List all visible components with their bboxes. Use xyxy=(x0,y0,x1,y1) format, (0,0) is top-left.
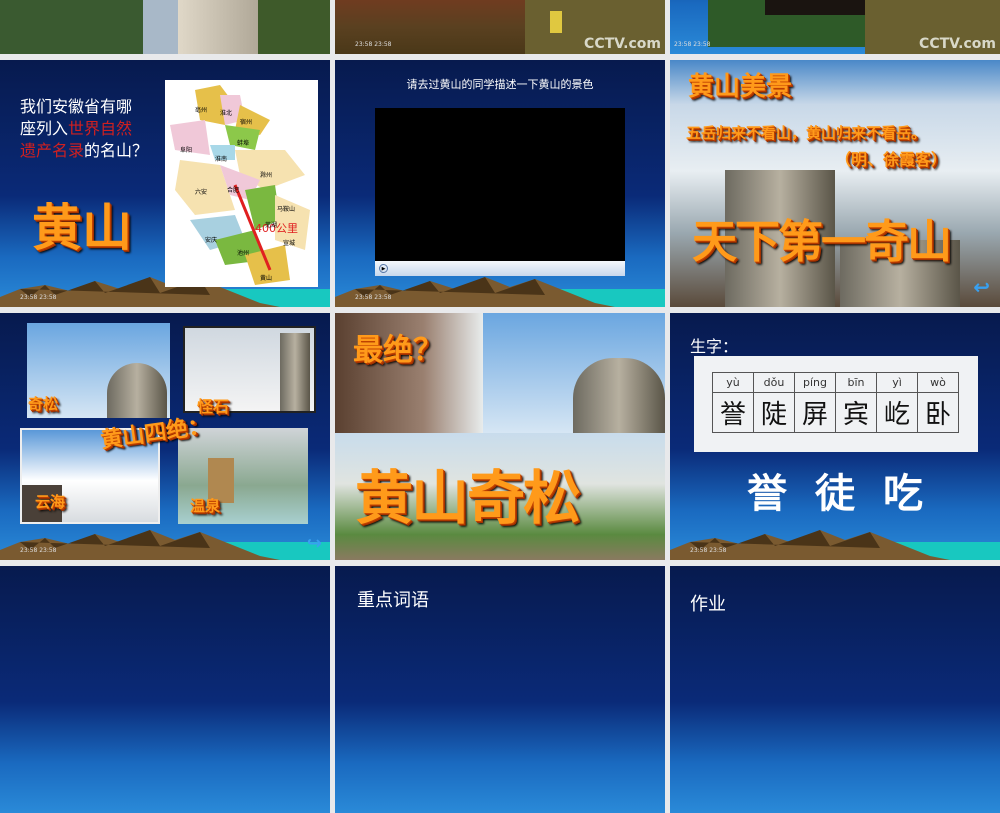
city-luan: 六安 xyxy=(195,189,208,196)
city-wuhu: 芜湖 xyxy=(265,222,278,229)
pinyin-cell: yù xyxy=(712,372,754,393)
city-fuyang: 阜阳 xyxy=(180,147,193,154)
pine-answer: 黄山奇松 xyxy=(355,464,581,532)
slide-thumb-words[interactable]: 重点词语 xyxy=(335,566,665,813)
chars-label: 生字： xyxy=(690,337,739,356)
answer-huangshan: 黄山 xyxy=(32,199,132,257)
slide-thumb-map[interactable]: 我们安徽省有哪 座列入世界自然 遗产名录的名山？ 黄山 400公里 合肥 黄山 安庆… xyxy=(0,60,330,307)
slide-thumb-four-wonders[interactable]: 奇松 怪石 云海 温泉 黄山四绝： ↪ 23:58 23:58 xyxy=(0,313,330,560)
return-arrow-icon[interactable]: ↪ xyxy=(307,533,322,554)
pinyin-cell: bīn xyxy=(835,372,877,393)
city-suzhou: 宿州 xyxy=(240,119,253,126)
slide-thumb-10[interactable] xyxy=(0,566,330,813)
city-chuzhou: 滁州 xyxy=(260,172,273,179)
slide-thumb-1[interactable] xyxy=(0,0,330,54)
scenery-quote: 五岳归来不看山，黄山归来不看岳。 xyxy=(686,124,927,142)
scenery-slogan: 天下第一奇山 xyxy=(692,215,952,268)
city-huaibei: 淮北 xyxy=(220,110,233,117)
pinyin-cell: wò xyxy=(917,372,959,393)
mountain-decoration xyxy=(670,520,1000,560)
slide-thumb-scenery[interactable]: 黄山美景 五岳归来不看山，黄山归来不看岳。 （明、徐霞客） 天下第一奇山 ↩ xyxy=(670,60,1000,307)
city-huainan: 淮南 xyxy=(215,156,228,163)
video-player[interactable]: ▶ xyxy=(375,108,625,276)
cctv-logo: CCTV.com xyxy=(919,36,996,52)
city-anqing: 安庆 xyxy=(205,237,218,244)
char-cell: 宾 xyxy=(835,392,877,433)
slide-thumb-pine[interactable]: 最绝？ 黄山奇松 xyxy=(335,313,665,560)
return-arrow-icon[interactable]: ↩ xyxy=(973,275,990,299)
anhui-map: 400公里 合肥 黄山 安庆 六安 阜阳 滁州 蚌埠 宿州 淮北 亳州 淮南 芜… xyxy=(165,80,318,287)
chars-table: yù dǒu píng bīn yì wò 誉陡屏宾屹卧 xyxy=(712,372,959,433)
pinyin-cell: dǒu xyxy=(753,372,795,393)
chars-card: yù dǒu píng bīn yì wò 誉陡屏宾屹卧 xyxy=(694,356,978,452)
city-maanshan: 马鞍山 xyxy=(277,206,296,213)
char-cell: 屏 xyxy=(794,392,836,433)
focus-chars: 誉 徒 吃 xyxy=(670,461,1000,519)
photo-pine xyxy=(483,313,665,433)
video-slide-title: 请去过黄山的同学描述一下黄山的景色 xyxy=(406,78,594,91)
city-bengbu: 蚌埠 xyxy=(237,140,250,147)
wonder-pine: 奇松 xyxy=(28,395,59,413)
player-controls[interactable]: ▶ xyxy=(375,261,625,276)
wonder-spring: 温泉 xyxy=(190,497,221,515)
pinyin-cell: píng xyxy=(794,372,836,393)
map-question: 我们安徽省有哪 座列入世界自然 遗产名录的名山？ xyxy=(20,97,149,160)
city-huangshan: 黄山 xyxy=(260,275,273,282)
slide-thumb-3[interactable]: CCTV.com 23:58 23:58 xyxy=(670,0,1000,54)
pinyin-cell: yì xyxy=(876,372,918,393)
char-cell: 屹 xyxy=(876,392,918,433)
cctv-logo: CCTV.com xyxy=(584,36,661,52)
slide-thumb-2[interactable]: CCTV.com 23:58 23:58 xyxy=(335,0,665,54)
city-bozhou: 亳州 xyxy=(195,107,208,114)
scenery-author: （明、徐霞客） xyxy=(835,150,948,169)
scenery-title: 黄山美景 xyxy=(688,72,793,102)
city-chizhou: 池州 xyxy=(237,250,250,257)
focus-char: 徒 xyxy=(815,471,855,517)
slide-thumb-video[interactable]: 请去过黄山的同学描述一下黄山的景色 ▶ 23:58 23:58 xyxy=(335,60,665,307)
slide-thumb-homework[interactable]: 作业 xyxy=(670,566,1000,813)
char-cell: 誉 xyxy=(712,392,754,433)
city-hefei: 合肥 xyxy=(227,187,240,194)
slide-thumb-chars[interactable]: 生字： yù dǒu píng bīn yì wò 誉陡屏宾屹卧 誉 徒 吃 23:58 … xyxy=(670,313,1000,560)
city-xuancheng: 宣城 xyxy=(283,240,296,247)
wonder-sea: 云海 xyxy=(35,493,66,511)
pine-question: 最绝？ xyxy=(353,333,443,368)
focus-char: 吃 xyxy=(882,471,923,517)
homework-title: 作业 xyxy=(690,594,726,615)
focus-char: 誉 xyxy=(747,471,788,517)
play-button[interactable]: ▶ xyxy=(379,264,388,273)
mountain-decoration xyxy=(0,520,330,560)
char-cell: 陡 xyxy=(753,392,795,433)
char-cell: 卧 xyxy=(917,392,959,433)
words-title: 重点词语 xyxy=(357,590,429,611)
